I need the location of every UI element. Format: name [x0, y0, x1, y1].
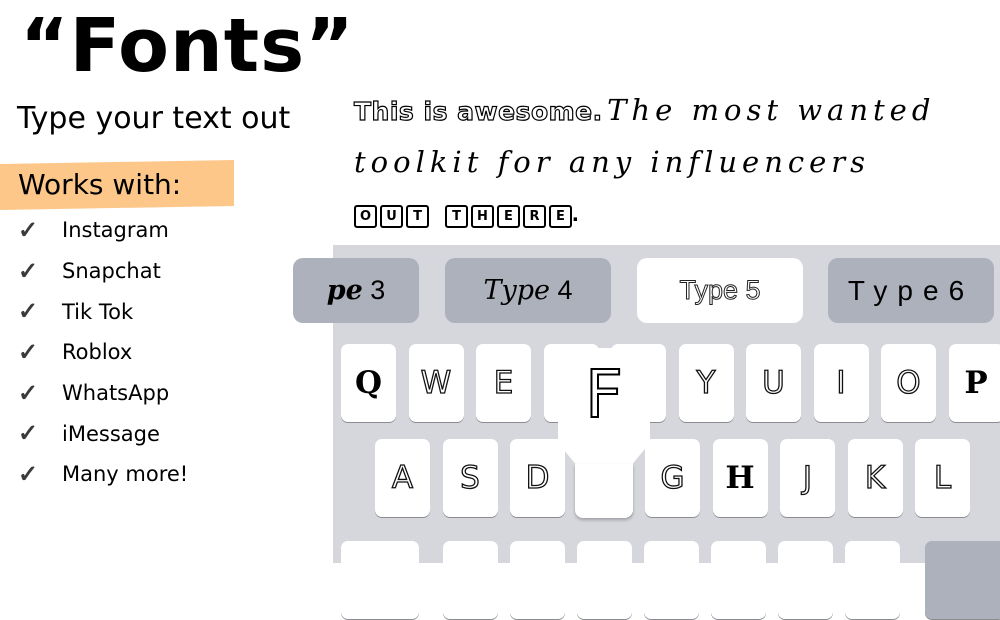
letter-key[interactable]	[644, 541, 699, 619]
key-d[interactable]: D	[510, 439, 565, 517]
key-h[interactable]: H	[713, 439, 768, 517]
letter-key[interactable]	[510, 541, 565, 619]
letter-key[interactable]	[845, 541, 900, 619]
preview-line-3: OUTTHERE.	[354, 188, 1000, 240]
list-item: ✓WhatsApp	[14, 373, 188, 414]
checkmark-icon: ✓	[14, 379, 62, 408]
font-type-number: 5	[746, 275, 761, 306]
key-y[interactable]: Y	[679, 344, 734, 422]
promo-subtitle: Type your text out	[17, 100, 290, 138]
key-press-popup: F	[558, 348, 650, 620]
app-name: iMessage	[62, 422, 160, 446]
font-type-3-button[interactable]: pe 3	[293, 258, 419, 323]
key-l[interactable]: L	[915, 439, 970, 517]
boxed-letter: E	[549, 205, 572, 228]
letter-key[interactable]	[443, 541, 498, 619]
boxed-text: OUTTHERE	[354, 205, 572, 228]
period: .	[572, 200, 579, 227]
list-item: ✓Many more!	[14, 454, 188, 495]
boxed-letter: E	[497, 205, 520, 228]
boxed-letter: T	[445, 205, 468, 228]
shift-key[interactable]	[341, 541, 419, 619]
letter-key[interactable]	[778, 541, 833, 619]
checkmark-icon: ✓	[14, 338, 62, 367]
key-q[interactable]: Q	[341, 344, 396, 422]
list-item: ✓Instagram	[14, 210, 188, 251]
key-i[interactable]: I	[814, 344, 869, 422]
preview-line-1: This is awesome. The most wanted	[354, 84, 1000, 136]
app-name: Snapchat	[62, 259, 161, 283]
word-gap	[432, 205, 442, 224]
app-name: Roblox	[62, 340, 132, 364]
checkmark-icon: ✓	[14, 460, 62, 489]
script-text: The most wanted	[607, 93, 935, 127]
font-type-label: Type	[679, 275, 738, 306]
works-with-label: Works with:	[18, 164, 181, 206]
boxed-letter: H	[471, 205, 494, 228]
app-name: Many more!	[62, 462, 188, 486]
popup-letter: F	[558, 356, 650, 433]
font-type-number: 3	[370, 275, 385, 306]
font-type-label: pe	[327, 275, 363, 306]
list-item: ✓Tik Tok	[14, 291, 188, 332]
key-w[interactable]: W	[409, 344, 464, 422]
font-type-number: 6	[949, 275, 975, 307]
font-type-label: Type	[483, 275, 550, 306]
key-s[interactable]: S	[443, 439, 498, 517]
app-name: WhatsApp	[62, 381, 169, 405]
checkmark-icon: ✓	[14, 297, 62, 326]
font-type-number: 4	[558, 275, 573, 306]
key-e[interactable]: E	[476, 344, 531, 422]
promo-title: “Fonts”	[20, 6, 355, 86]
key-g[interactable]: G	[645, 439, 700, 517]
outline-text: This is awesome.	[354, 97, 603, 126]
list-item: ✓Snapchat	[14, 251, 188, 292]
checkmark-icon: ✓	[14, 257, 62, 286]
letter-key[interactable]	[711, 541, 766, 619]
supported-apps-list: ✓Instagram ✓Snapchat ✓Tik Tok ✓Roblox ✓W…	[14, 210, 188, 495]
styled-text-preview: This is awesome. The most wanted toolkit…	[354, 84, 1000, 240]
backspace-key[interactable]	[925, 541, 1000, 619]
boxed-letter: O	[354, 205, 377, 228]
key-o[interactable]: O	[881, 344, 936, 422]
font-type-4-button[interactable]: Type 4	[445, 258, 611, 323]
key-p[interactable]: P	[949, 344, 1000, 422]
font-type-label: Type	[848, 275, 949, 307]
app-name: Tik Tok	[62, 300, 133, 324]
boxed-letter: T	[406, 205, 429, 228]
list-item: ✓Roblox	[14, 332, 188, 373]
font-type-6-button[interactable]: Type6	[828, 258, 994, 323]
boxed-letter: U	[380, 205, 403, 228]
key-k[interactable]: K	[848, 439, 903, 517]
boxed-letter: R	[523, 205, 546, 228]
script-text: toolkit for any influencers	[354, 145, 870, 179]
list-item: ✓iMessage	[14, 413, 188, 454]
font-type-5-button[interactable]: Type 5	[637, 258, 803, 323]
checkmark-icon: ✓	[14, 419, 62, 448]
app-name: Instagram	[62, 218, 169, 242]
key-a[interactable]: A	[375, 439, 430, 517]
font-keyboard: pe 3 Type 4 Type 5 Type6 QWERTYUIOPASDGH…	[333, 245, 1000, 563]
checkmark-icon: ✓	[14, 216, 62, 245]
key-j[interactable]: J	[780, 439, 835, 517]
preview-line-2: toolkit for any influencers	[354, 136, 1000, 188]
key-u[interactable]: U	[746, 344, 801, 422]
